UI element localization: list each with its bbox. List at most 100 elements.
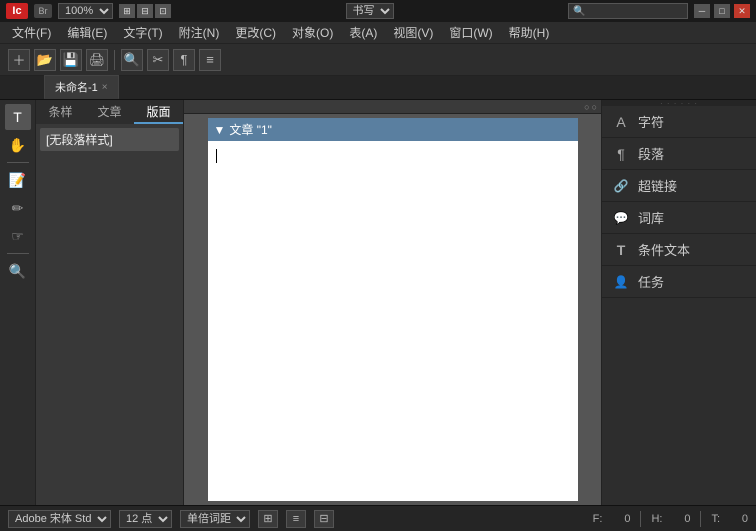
window-controls: ─ □ ✕ (694, 4, 750, 18)
status-icon-btn-2[interactable]: ≡ (286, 510, 306, 528)
document-page: ▼ 文章 "1" (208, 118, 578, 501)
right-panel-hyperlink[interactable]: 🔗 超链接 (602, 170, 756, 202)
style-item-no-paragraph[interactable]: [无段落样式] (40, 128, 179, 151)
f-label: F: (593, 513, 603, 525)
main-area: T ✋ 📝 ✏ ☞ 🔍 条样 文章 版面 [无段落样式] ○ ○ (0, 100, 756, 505)
tool-sep-2 (7, 253, 29, 254)
menu-notes[interactable]: 附注(N) (171, 22, 228, 43)
tool-type[interactable]: T (5, 104, 31, 130)
paragraph-icon: ¶ (612, 145, 630, 163)
menu-object[interactable]: 对象(O) (284, 22, 341, 43)
ic-logo: Ic (6, 3, 28, 19)
font-family-select[interactable]: Adobe 宋体 Std (8, 510, 111, 528)
characters-icon: A (612, 113, 630, 131)
save-button[interactable]: 💾 (60, 49, 82, 71)
paragraph-button[interactable]: ¶ (173, 49, 195, 71)
t-value: 0 (724, 513, 748, 525)
statusbar: Adobe 宋体 Std 12 点 单倍词距 ⊞ ≡ ⊟ F: 0 H: 0 T… (0, 505, 756, 531)
status-icon-btn-1[interactable]: ⊞ (258, 510, 278, 528)
content-area: 条样 文章 版面 [无段落样式] ○ ○ ▼ 文章 "1" (36, 100, 756, 505)
tool-pen[interactable]: ✏ (5, 195, 31, 221)
styles-body: [无段落样式] (36, 124, 183, 155)
ruler-top: ○ ○ (184, 100, 601, 114)
document-content[interactable] (208, 141, 578, 441)
tool-sep-1 (7, 162, 29, 163)
line-spacing-select[interactable]: 单倍词距 (180, 510, 250, 528)
right-panel-tasks[interactable]: 👤 任务 (602, 266, 756, 298)
paragraph-label: 段落 (638, 144, 664, 163)
view-btn-2[interactable]: ⊟ (137, 4, 153, 18)
toolbar: ＋ 📂 💾 🖨 🔍 ✂ ¶ ≡ (0, 44, 756, 76)
view-btn-1[interactable]: ⊞ (119, 4, 135, 18)
search-box[interactable]: 🔍 (568, 3, 688, 19)
menu-view[interactable]: 视图(V) (385, 22, 441, 43)
menu-edit[interactable]: 编辑(E) (59, 22, 115, 43)
styles-panel: 条样 文章 版面 [无段落样式] (36, 100, 184, 505)
menubar: 文件(F) 编辑(E) 文字(T) 附注(N) 更改(C) 对象(O) 表(A)… (0, 22, 756, 44)
title-center: 书写 (171, 3, 568, 19)
ruler-icon-1: ○ (584, 102, 589, 112)
titlebar: Ic Br 100% ⊞ ⊟ ⊡ 书写 🔍 ─ □ ✕ (0, 0, 756, 22)
view-btn-3[interactable]: ⊡ (155, 4, 171, 18)
right-panel-conditional-text[interactable]: T 条件文本 (602, 234, 756, 266)
story-header-label: 文章 "1" (229, 121, 272, 138)
tabbar: 未命名-1 × (0, 76, 756, 100)
hyperlink-icon: 🔗 (612, 177, 630, 195)
scissors-button[interactable]: ✂ (147, 49, 169, 71)
tool-hand[interactable]: ✋ (5, 132, 31, 158)
minimize-button[interactable]: ─ (694, 4, 710, 18)
open-button[interactable]: 📂 (34, 49, 56, 71)
characters-label: 字符 (638, 112, 664, 131)
menu-button[interactable]: ≡ (199, 49, 221, 71)
conditional-text-label: 条件文本 (638, 240, 690, 259)
status-icon-btn-3[interactable]: ⊟ (314, 510, 334, 528)
menu-text[interactable]: 文字(T) (115, 22, 170, 43)
tab-document[interactable]: 未命名-1 × (44, 75, 119, 99)
t-label: T: (711, 513, 720, 525)
new-button[interactable]: ＋ (8, 49, 30, 71)
tab-styles-character[interactable]: 条样 (36, 100, 85, 124)
status-sep-2 (700, 511, 701, 527)
right-panel-vocabulary[interactable]: 💬 词库 (602, 202, 756, 234)
h-label: H: (651, 513, 662, 525)
zoom-select[interactable]: 100% (58, 3, 113, 19)
tab-styles-story[interactable]: 文章 (85, 100, 134, 124)
print-button[interactable]: 🖨 (86, 49, 108, 71)
write-mode-select[interactable]: 书写 (346, 3, 394, 19)
tool-grab[interactable]: ☞ (5, 223, 31, 249)
ruler-controls: ○ ○ (584, 102, 597, 112)
vocabulary-label: 词库 (638, 208, 664, 227)
statusbar-field-f: F: 0 (593, 513, 631, 525)
toolbar-sep-1 (114, 50, 115, 70)
menu-table[interactable]: 表(A) (341, 22, 385, 43)
titlebar-right: 🔍 ─ □ ✕ (568, 3, 750, 19)
hyperlink-label: 超链接 (638, 176, 677, 195)
menu-changes[interactable]: 更改(C) (227, 22, 284, 43)
menu-file[interactable]: 文件(F) (4, 22, 59, 43)
document-editor: ○ ○ ▼ 文章 "1" (184, 100, 601, 505)
vocabulary-icon: 💬 (612, 209, 630, 227)
left-toolbar: T ✋ 📝 ✏ ☞ 🔍 (0, 100, 36, 505)
document-body[interactable]: ▼ 文章 "1" (184, 114, 601, 505)
right-panel-paragraph[interactable]: ¶ 段落 (602, 138, 756, 170)
right-panel-characters[interactable]: A 字符 (602, 106, 756, 138)
menu-window[interactable]: 窗口(W) (441, 22, 500, 43)
story-header: ▼ 文章 "1" (208, 118, 578, 141)
ruler-icon-2: ○ (592, 102, 597, 112)
story-header-icon: ▼ (214, 123, 226, 137)
maximize-button[interactable]: □ (714, 4, 730, 18)
tool-zoom[interactable]: 🔍 (5, 258, 31, 284)
tasks-icon: 👤 (612, 273, 630, 291)
menu-help[interactable]: 帮助(H) (501, 22, 558, 43)
tab-close-button[interactable]: × (102, 82, 108, 93)
right-panel: · · · · · · A 字符 ¶ 段落 🔗 超链接 💬 词库 T 条件文本 (601, 100, 756, 505)
view-mode-buttons: ⊞ ⊟ ⊡ (119, 4, 171, 18)
tab-label: 未命名-1 (55, 79, 98, 95)
close-button[interactable]: ✕ (734, 4, 750, 18)
status-sep-1 (640, 511, 641, 527)
font-size-select[interactable]: 12 点 (119, 510, 172, 528)
find-button[interactable]: 🔍 (121, 49, 143, 71)
tool-note[interactable]: 📝 (5, 167, 31, 193)
statusbar-field-t: T: 0 (711, 513, 748, 525)
tab-styles-layout[interactable]: 版面 (134, 100, 183, 124)
